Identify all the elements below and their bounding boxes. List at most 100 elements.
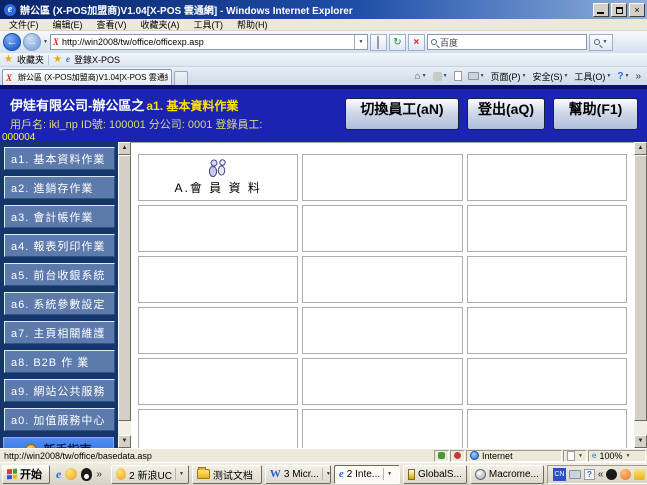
tray-uc-icon[interactable] (620, 469, 631, 480)
empty-tile[interactable] (467, 409, 627, 448)
sidebar-item-a2-inventory[interactable]: a2. 進銷存作業 (4, 176, 115, 199)
help-menu-button[interactable]: ?▼ (617, 71, 629, 82)
print-button[interactable]: ▼ (468, 72, 485, 80)
restore-button[interactable] (611, 3, 627, 17)
main-scroll-track[interactable] (634, 155, 647, 435)
empty-tile[interactable] (138, 205, 298, 252)
taskbar-button-macromedia[interactable]: Macrome... (470, 465, 544, 484)
tray-expand-icon[interactable]: « (598, 469, 604, 480)
address-dropdown[interactable]: ▼ (354, 35, 367, 49)
help-button[interactable]: 幫助(F1) (553, 98, 638, 130)
menu-favorites[interactable]: 收藏夹(A) (134, 18, 187, 31)
zoom-control[interactable]: e 100% ▼ (588, 450, 646, 462)
sidebar-item-a0-value-added[interactable]: a0. 加值服務中心 (4, 408, 115, 431)
title-bar[interactable]: e 辦公區 (X-POS加盟商)V1.04[X-POS 雲通網] - Windo… (0, 0, 647, 19)
taskbar-button-word-group[interactable]: W 3 Micr... ▼ (265, 465, 331, 484)
feeds-dropdown[interactable]: ▼ (443, 73, 448, 79)
group-dropdown[interactable]: ▼ (383, 468, 392, 480)
scroll-down-icon[interactable]: ▼ (634, 435, 647, 448)
empty-tile[interactable] (467, 358, 627, 405)
menu-help[interactable]: 帮助(H) (230, 18, 275, 31)
favorites-button[interactable]: 收藏夹 (17, 53, 44, 66)
scroll-down-icon[interactable]: ▼ (118, 435, 131, 448)
sidebar-scroll-thumb[interactable] (118, 155, 131, 421)
sidebar-item-a3-accounting[interactable]: a3. 會計帳作業 (4, 205, 115, 228)
tray-folder-icon[interactable] (634, 469, 645, 480)
minimize-button[interactable] (593, 3, 609, 17)
taskbar-button-sina-uc[interactable]: 2 新浪UC ▼ (111, 465, 189, 484)
ie-quicklaunch-icon[interactable]: e (56, 468, 61, 480)
tray-qq-icon[interactable] (606, 469, 617, 480)
empty-tile[interactable] (302, 409, 462, 448)
menu-view[interactable]: 查看(V) (90, 18, 134, 31)
protected-mode-pane[interactable]: ▼ (563, 450, 587, 462)
qq-quicklaunch-icon[interactable] (81, 468, 92, 481)
print-dropdown[interactable]: ▼ (480, 73, 485, 79)
safety-menu-button[interactable]: 安全(S)▼ (532, 70, 568, 83)
page-menu-dropdown[interactable]: ▼ (522, 73, 527, 79)
empty-tile[interactable] (467, 205, 627, 252)
sidebar-item-a4-reports[interactable]: a4. 報表列印作業 (4, 234, 115, 257)
empty-tile[interactable] (467, 154, 627, 201)
menu-file[interactable]: 文件(F) (2, 18, 46, 31)
add-favorite-icon[interactable]: ★ (53, 54, 62, 65)
empty-tile[interactable] (138, 409, 298, 448)
tab-active[interactable]: X 辦公區 (X-POS加盟商)V1.04[X-POS 雲通網] (2, 69, 172, 85)
safety-menu-dropdown[interactable]: ▼ (563, 73, 568, 79)
search-options-dropdown[interactable]: ▼ (602, 39, 607, 45)
start-button[interactable]: 开始 (2, 465, 50, 484)
group-dropdown[interactable]: ▼ (322, 468, 331, 480)
scroll-up-icon[interactable]: ▲ (634, 142, 647, 155)
refresh-button[interactable]: ↻ (389, 34, 406, 51)
read-mail-button[interactable] (454, 71, 462, 81)
sidebar-scrollbar[interactable]: ▲ ▼ (118, 142, 131, 448)
empty-tile[interactable] (302, 358, 462, 405)
home-button[interactable]: ⌂▼ (415, 71, 427, 82)
empty-tile[interactable] (138, 256, 298, 303)
empty-tile[interactable] (302, 154, 462, 201)
taskbar-button-globalscape[interactable]: GlobalS... (403, 465, 467, 484)
tile-member-data[interactable]: A.會 員 資 料 (138, 154, 298, 201)
quicklaunch-overflow[interactable]: » (96, 469, 102, 480)
main-scrollbar[interactable]: ▲ ▼ (634, 142, 647, 448)
logout-button[interactable]: 登出(aQ) (467, 98, 545, 130)
new-tab-button[interactable] (174, 71, 188, 85)
home-dropdown[interactable]: ▼ (422, 73, 427, 79)
compatibility-view-button[interactable] (370, 34, 387, 51)
search-input[interactable]: 百度 (427, 34, 587, 50)
taskbar-button-ie-group[interactable]: e 2 Inte... ▼ (334, 465, 400, 484)
tools-menu-dropdown[interactable]: ▼ (606, 73, 611, 79)
group-dropdown[interactable]: ▼ (175, 468, 184, 480)
sidebar-item-a8-b2b[interactable]: a8. B2B 作 業 (4, 350, 115, 373)
empty-tile[interactable] (467, 307, 627, 354)
empty-tile[interactable] (302, 307, 462, 354)
forward-button[interactable]: → (23, 33, 41, 51)
tools-menu-button[interactable]: 工具(O)▼ (574, 70, 611, 83)
newbie-guide-button[interactable]: 新手指南 (3, 437, 114, 448)
tray-help-icon[interactable]: ? (584, 469, 595, 480)
taskbar-button-test-docs[interactable]: 测试文档 (192, 465, 262, 484)
empty-tile[interactable] (302, 205, 462, 252)
sidebar-item-a6-system-params[interactable]: a6. 系統參數設定 (4, 292, 115, 315)
sidebar-item-a5-pos[interactable]: a5. 前台收銀系統 (4, 263, 115, 286)
sidebar-item-a1-basic-data[interactable]: a1. 基本資料作業 (4, 147, 115, 170)
main-scroll-thumb[interactable] (634, 155, 647, 421)
tray-printer-icon[interactable] (569, 470, 581, 479)
stop-button[interactable]: × (408, 34, 425, 51)
sidebar-item-a7-homepage[interactable]: a7. 主頁相關維護 (4, 321, 115, 344)
close-button[interactable]: × (629, 3, 645, 17)
scroll-up-icon[interactable]: ▲ (118, 142, 131, 155)
toolbar-overflow-button[interactable]: » (635, 71, 641, 82)
favorite-link[interactable]: 登錄X-POS (74, 53, 120, 66)
uc-quicklaunch-icon[interactable] (65, 468, 77, 480)
menu-tools[interactable]: 工具(T) (187, 18, 231, 31)
input-method-indicator[interactable]: CN (553, 468, 566, 481)
search-go-button[interactable]: ▼ (589, 34, 613, 51)
empty-tile[interactable] (138, 358, 298, 405)
menu-edit[interactable]: 编辑(E) (46, 18, 90, 31)
zoom-dropdown[interactable]: ▼ (625, 453, 630, 459)
address-input[interactable]: X http://win2008/tw/office/officexp.asp … (50, 34, 368, 50)
feeds-button[interactable]: ▼ (433, 72, 448, 81)
history-dropdown[interactable]: ▼ (43, 39, 48, 45)
empty-tile[interactable] (302, 256, 462, 303)
